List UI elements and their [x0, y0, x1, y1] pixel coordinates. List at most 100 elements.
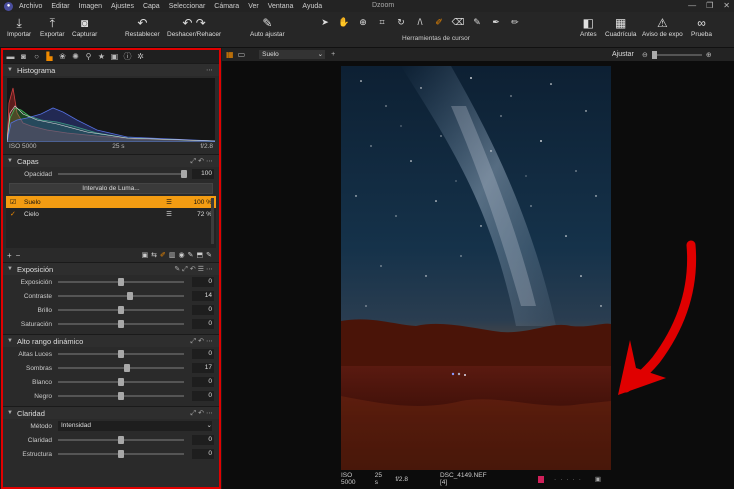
menu-ventana[interactable]: Ventana — [268, 3, 294, 10]
camera-tab-icon[interactable]: ◙ — [19, 52, 28, 61]
slider-value[interactable]: 0 — [192, 377, 214, 387]
slider-knob[interactable] — [118, 320, 124, 328]
slider-value[interactable]: 14 — [192, 291, 214, 301]
slider-value[interactable]: 0 — [192, 305, 214, 315]
slider-knob[interactable] — [118, 378, 124, 386]
exposure-warning-button[interactable]: ⚠ Aviso de expo — [642, 15, 683, 38]
clarity-slider[interactable] — [58, 436, 184, 444]
auto-adjust-button[interactable]: ✎ Auto ajustar — [250, 15, 285, 38]
brightness-slider[interactable] — [58, 306, 184, 314]
layer-mask-tools[interactable]: ▣⇆✐▥◉✎⬒✎ — [142, 251, 215, 259]
menu-ver[interactable]: Ver — [248, 3, 259, 10]
layers-scrollbar[interactable] — [211, 198, 214, 244]
layer-item-suelo[interactable]: ☑ Suelo ☰ 100 % — [6, 196, 216, 208]
annotate-icon[interactable]: ✏ — [508, 16, 522, 29]
metadata-icon[interactable]: ▣ — [110, 52, 119, 61]
zoom-icon[interactable]: ⊕ — [356, 16, 370, 29]
exposure-header[interactable]: ▼ Exposición ✎⤢↶☰⋯ — [3, 262, 219, 275]
highlights-slider[interactable] — [58, 350, 184, 358]
details-icon[interactable]: ✺ — [71, 52, 80, 61]
proof-button[interactable]: ∞ Prueba — [691, 15, 712, 38]
reset-button[interactable]: ↶ Restablecer — [125, 15, 160, 38]
layers-header[interactable]: ▼ Capas ⤢↶⋯ — [3, 154, 219, 167]
crop-icon[interactable]: ⌗ — [375, 16, 389, 29]
slider-knob[interactable] — [124, 364, 131, 372]
menu-camara[interactable]: Cámara — [214, 3, 239, 10]
grid-button[interactable]: ▦ Cuadrícula — [605, 15, 636, 38]
slider-value[interactable]: 0 — [192, 349, 214, 359]
exposure-tab-icon[interactable]: ▙ — [45, 52, 54, 61]
info-icon[interactable]: ⓘ — [123, 51, 132, 62]
clarity-header[interactable]: ▼ Claridad ⤢↶⋯ — [3, 406, 219, 419]
rating-dots[interactable]: ····· — [554, 476, 585, 483]
undo-redo-button[interactable]: ↶ ↷ Deshacer/Rehacer — [167, 15, 221, 38]
gradient-icon[interactable]: ✎ — [470, 16, 484, 29]
keystone-icon[interactable]: /\ — [413, 16, 427, 29]
star-icon[interactable]: ★ — [97, 52, 106, 61]
single-view-icon[interactable]: ▭ — [238, 50, 246, 59]
menu-editar[interactable]: Editar — [51, 3, 69, 10]
lens-icon[interactable]: ○ — [32, 52, 41, 61]
search-icon[interactable]: ⚲ — [84, 52, 93, 61]
exposure-slider[interactable] — [58, 278, 184, 286]
close-icon[interactable]: ✕ — [723, 1, 730, 10]
slider-value[interactable]: 17 — [192, 363, 214, 373]
slider-value[interactable]: 0 — [192, 277, 214, 287]
eraser-icon[interactable]: ⌫ — [451, 16, 465, 29]
slider-knob[interactable] — [126, 292, 133, 300]
slider-knob[interactable] — [118, 392, 124, 400]
export-button[interactable]: ⤒ Exportar — [40, 15, 65, 38]
slider-knob[interactable] — [118, 278, 124, 286]
exposure-header-icons[interactable]: ✎⤢↶☰⋯ — [174, 265, 215, 274]
layer-item-cielo[interactable]: ✓ Cielo ☰ 72 % — [6, 208, 216, 220]
menu-ajustes[interactable]: Ajustes — [111, 3, 134, 10]
gear-icon[interactable]: ✲ — [136, 52, 145, 61]
slider-knob[interactable] — [118, 350, 124, 358]
slider-value[interactable]: 0 — [192, 319, 214, 329]
before-button[interactable]: ◧ Antes — [580, 15, 597, 38]
zoom-slider-knob[interactable] — [651, 50, 657, 59]
photo-info-icon[interactable]: ▣ — [595, 475, 601, 483]
contrast-slider[interactable] — [58, 292, 184, 300]
menu-seleccionar[interactable]: Seleccionar — [169, 3, 206, 10]
menu-archivo[interactable]: Archivo — [19, 3, 42, 10]
saturation-slider[interactable] — [58, 320, 184, 328]
checkbox-icon[interactable]: ☑ — [10, 198, 18, 206]
slider-value[interactable]: 0 — [192, 391, 214, 401]
slider-knob[interactable] — [118, 450, 124, 458]
maximize-icon[interactable]: ❐ — [706, 1, 713, 10]
check-icon[interactable]: ✓ — [10, 210, 18, 218]
zoom-slider[interactable] — [651, 50, 702, 59]
histogram-header[interactable]: ▼ Histograma ⋯ — [3, 63, 219, 76]
zoom-in-icon[interactable]: ⊕ — [706, 51, 712, 59]
clarity-header-icons[interactable]: ⤢↶⋯ — [191, 409, 215, 418]
structure-slider[interactable] — [58, 450, 184, 458]
import-button[interactable]: ⤓ Importar — [7, 15, 31, 38]
menu-imagen[interactable]: Imagen — [79, 3, 102, 10]
view-layer-select[interactable]: Suelo ⌄ — [259, 50, 326, 59]
slider-value[interactable]: 0 — [192, 449, 214, 459]
menu-ayuda[interactable]: Ayuda — [302, 3, 322, 10]
hdr-header-icons[interactable]: ⤢↶⋯ — [191, 337, 215, 346]
fit-label[interactable]: Ajustar — [612, 51, 634, 58]
color-tag-icon[interactable] — [537, 475, 545, 483]
white-slider[interactable] — [58, 378, 184, 386]
luma-range-button[interactable]: Intervalo de Luma... — [9, 183, 213, 194]
rotate-icon[interactable]: ↻ — [394, 16, 408, 29]
add-remove-layer-icons[interactable]: +− — [7, 251, 142, 260]
folder-icon[interactable]: ▬ — [6, 52, 15, 61]
grid-view-icon[interactable]: ▦ — [226, 50, 234, 59]
slider-value[interactable]: 0 — [192, 435, 214, 445]
more-icon[interactable]: ⋯ — [206, 66, 215, 74]
opacity-slider-knob[interactable] — [181, 170, 187, 178]
slider-knob[interactable] — [118, 306, 124, 314]
menu-capa[interactable]: Capa — [143, 3, 160, 10]
photo-preview[interactable] — [341, 66, 611, 470]
pan-icon[interactable]: ✋ — [337, 16, 351, 29]
minimize-icon[interactable]: — — [688, 1, 696, 10]
pointer-icon[interactable]: ➤ — [318, 16, 332, 29]
brush-icon[interactable]: ✐ — [432, 16, 446, 29]
picker-icon[interactable]: ✒ — [489, 16, 503, 29]
color-icon[interactable]: ❀ — [58, 52, 67, 61]
opacity-value[interactable]: 100 — [192, 169, 214, 179]
